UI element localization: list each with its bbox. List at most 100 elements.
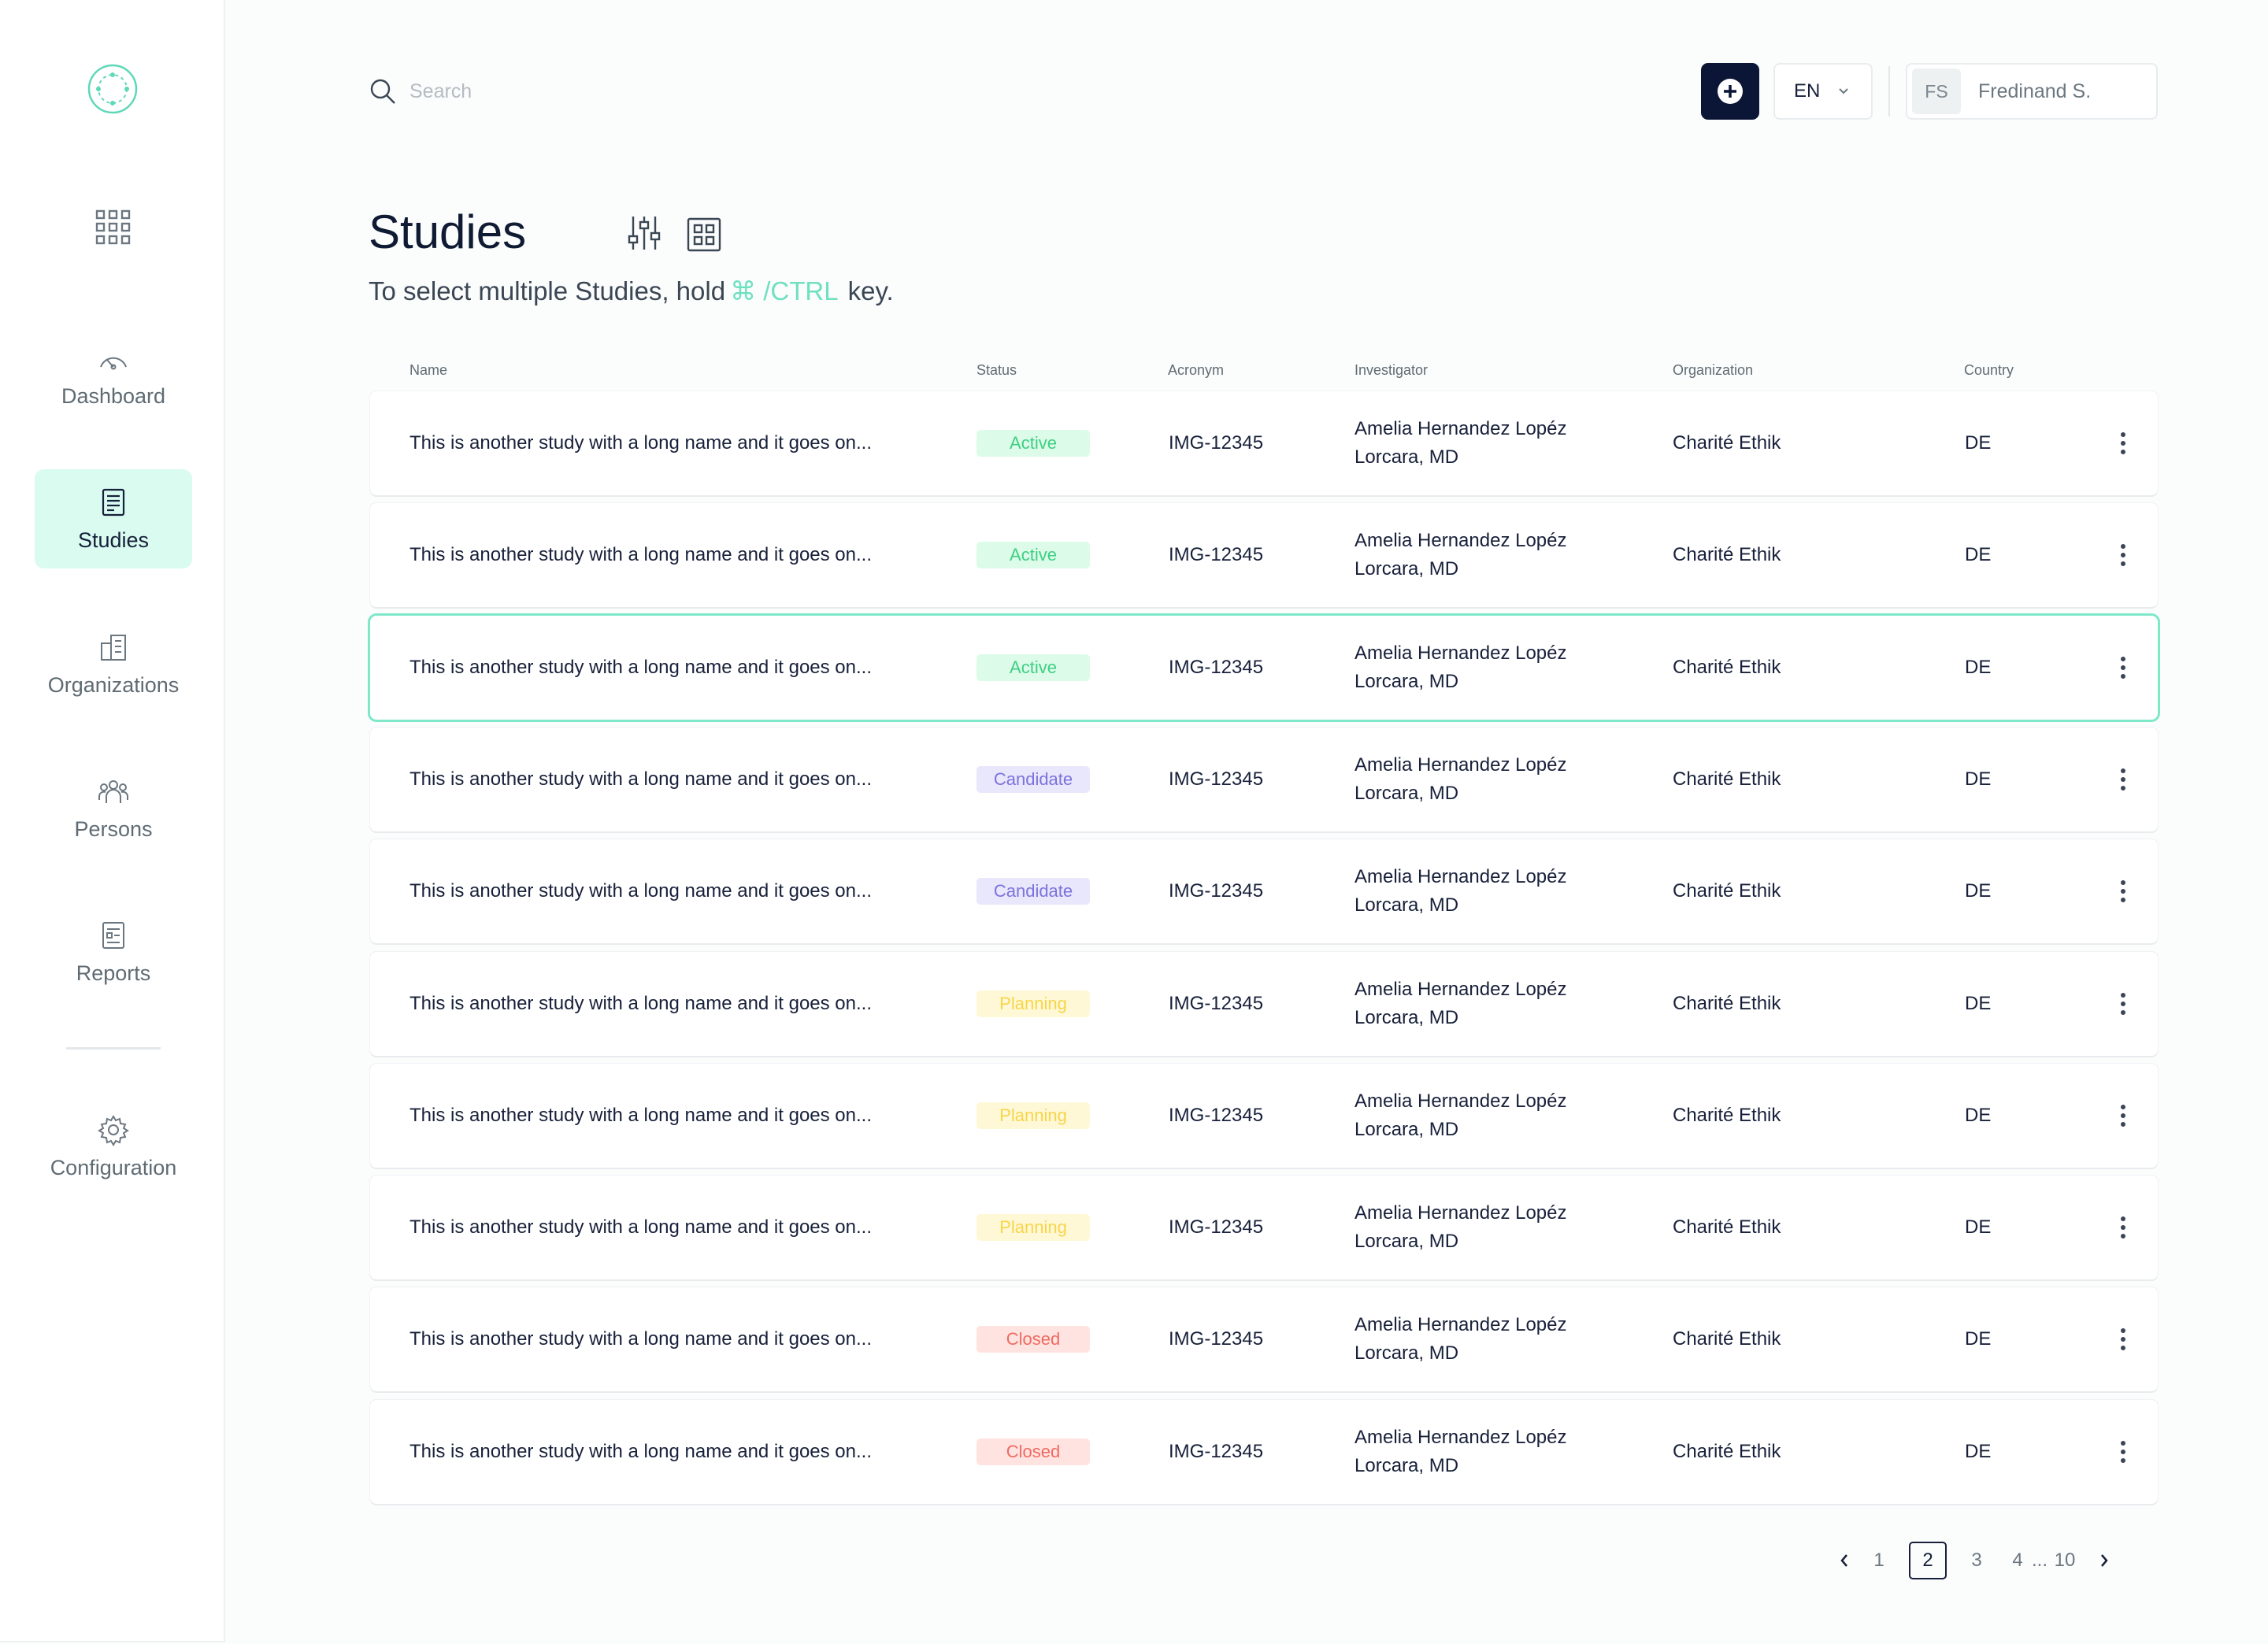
status-badge-label: Active: [976, 654, 1090, 681]
pagination-ellipsis: ...: [2032, 1550, 2048, 1571]
filter-sliders-icon[interactable]: [625, 214, 663, 252]
study-investigator: Amelia Hernandez Lopéz Lorcara, MD: [1354, 863, 1567, 920]
table-row[interactable]: This is another study with a long name a…: [370, 1064, 2158, 1168]
study-name: This is another study with a long name a…: [410, 993, 873, 1014]
study-country: DE: [1965, 768, 1992, 790]
table-row[interactable]: This is another study with a long name a…: [370, 1400, 2158, 1504]
study-name: This is another study with a long name a…: [410, 1105, 873, 1126]
status-badge: Closed: [976, 1326, 1090, 1353]
grid-view-icon[interactable]: [687, 217, 721, 252]
page-4-button[interactable]: 4: [2003, 1542, 2032, 1579]
more-options-icon[interactable]: [2120, 1327, 2126, 1351]
status-badge: Closed: [976, 1438, 1090, 1465]
sidebar-item-configuration[interactable]: Configuration: [35, 1097, 192, 1196]
sidebar-item-label: Studies: [77, 528, 150, 552]
status-badge: Active: [976, 430, 1090, 457]
table-row[interactable]: This is another study with a long name a…: [370, 1176, 2158, 1279]
investigator-name: Amelia Hernandez Lopéz: [1354, 1090, 1567, 1112]
status-badge-label: Planning: [976, 1102, 1090, 1129]
sidebar-item-dashboard[interactable]: Dashboard: [35, 325, 192, 424]
chevron-left-icon: [1840, 1554, 1847, 1567]
study-investigator: Amelia Hernandez Lopéz Lorcara, MD: [1354, 527, 1567, 583]
sidebar-item-organizations[interactable]: Organizations: [35, 614, 192, 713]
investigator-title: Lorcara, MD: [1354, 1342, 1459, 1364]
study-country: DE: [1965, 432, 1992, 454]
sidebar-item-reports[interactable]: Reports: [35, 902, 192, 1002]
next-page-button[interactable]: [2088, 1542, 2120, 1579]
study-investigator: Amelia Hernandez Lopéz Lorcara, MD: [1354, 1311, 1567, 1368]
column-header-organization[interactable]: Organization: [1673, 362, 1753, 379]
building-icon: [101, 634, 126, 661]
study-acronym: IMG-12345: [1169, 1216, 1264, 1238]
page-2-button[interactable]: 2: [1909, 1542, 1947, 1579]
study-organization: Charité Ethik: [1673, 768, 1781, 790]
status-badge-label: Planning: [976, 990, 1090, 1017]
page-last-button[interactable]: 10: [2048, 1542, 2082, 1579]
status-badge: Candidate: [976, 878, 1090, 905]
table-row[interactable]: This is another study with a long name a…: [370, 839, 2158, 943]
study-country: DE: [1965, 657, 1992, 678]
search-input[interactable]: Search: [410, 80, 472, 103]
study-investigator: Amelia Hernandez Lopéz Lorcara, MD: [1354, 1087, 1567, 1144]
investigator-title: Lorcara, MD: [1354, 1119, 1459, 1140]
investigator-name: Amelia Hernandez Lopéz: [1354, 866, 1567, 887]
investigator-name: Amelia Hernandez Lopéz: [1354, 754, 1567, 776]
study-name: This is another study with a long name a…: [410, 1328, 873, 1350]
table-header: Name Status Acronym Investigator Organiz…: [369, 362, 2158, 381]
table-row[interactable]: This is another study with a long name a…: [370, 1287, 2158, 1391]
study-organization: Charité Ethik: [1673, 1216, 1781, 1238]
study-acronym: IMG-12345: [1169, 432, 1264, 454]
more-options-icon[interactable]: [2120, 879, 2126, 903]
table-row[interactable]: This is another study with a long name a…: [370, 503, 2158, 607]
study-name: This is another study with a long name a…: [410, 880, 873, 902]
more-options-icon[interactable]: [2120, 768, 2126, 791]
status-badge-label: Candidate: [976, 766, 1090, 793]
table-row[interactable]: This is another study with a long name a…: [370, 728, 2158, 831]
add-button[interactable]: [1701, 63, 1759, 120]
investigator-name: Amelia Hernandez Lopéz: [1354, 642, 1567, 664]
study-country: DE: [1965, 993, 1992, 1014]
study-acronym: IMG-12345: [1169, 880, 1264, 902]
column-header-investigator[interactable]: Investigator: [1354, 362, 1428, 379]
column-header-name[interactable]: Name: [410, 362, 447, 379]
study-acronym: IMG-12345: [1169, 544, 1264, 565]
sidebar-item-studies[interactable]: Studies: [35, 469, 192, 568]
page-3-button[interactable]: 3: [1958, 1542, 1996, 1579]
study-organization: Charité Ethik: [1673, 880, 1781, 902]
table-row[interactable]: This is another study with a long name a…: [370, 616, 2158, 720]
user-menu[interactable]: FS Fredinand S.: [1906, 63, 2158, 120]
language-select[interactable]: EN: [1773, 63, 1873, 120]
investigator-title: Lorcara, MD: [1354, 1455, 1459, 1476]
hint-key: ⌘ /CTRL: [730, 276, 839, 305]
more-options-icon[interactable]: [2120, 1440, 2126, 1464]
study-country: DE: [1965, 1105, 1992, 1126]
table-row[interactable]: This is another study with a long name a…: [370, 952, 2158, 1056]
study-country: DE: [1965, 1216, 1992, 1238]
study-name: This is another study with a long name a…: [410, 432, 873, 454]
sidebar-item-label: Configuration: [50, 1155, 177, 1179]
page-1-button[interactable]: 1: [1860, 1542, 1898, 1579]
more-options-icon[interactable]: [2120, 1216, 2126, 1239]
study-country: DE: [1965, 544, 1992, 565]
column-header-status[interactable]: Status: [976, 362, 1017, 379]
sidebar-item-persons[interactable]: Persons: [35, 758, 192, 857]
more-options-icon[interactable]: [2120, 1104, 2126, 1127]
status-badge: Planning: [976, 1214, 1090, 1241]
table-row[interactable]: This is another study with a long name a…: [370, 391, 2158, 495]
investigator-title: Lorcara, MD: [1354, 446, 1459, 468]
study-investigator: Amelia Hernandez Lopéz Lorcara, MD: [1354, 751, 1567, 808]
column-header-acronym[interactable]: Acronym: [1168, 362, 1224, 379]
search-bar[interactable]: Search: [369, 77, 472, 106]
more-options-icon[interactable]: [2120, 543, 2126, 567]
column-header-country[interactable]: Country: [1964, 362, 2014, 379]
more-options-icon[interactable]: [2120, 992, 2126, 1016]
more-options-icon[interactable]: [2120, 656, 2126, 679]
study-country: DE: [1965, 1441, 1992, 1462]
circular-network-icon[interactable]: [87, 63, 139, 115]
study-country: DE: [1965, 880, 1992, 902]
more-options-icon[interactable]: [2120, 431, 2126, 455]
pagination: 1 2 3 4 ... 10: [1829, 1542, 2120, 1579]
grid-dots-icon[interactable]: [94, 209, 132, 246]
sidebar: Dashboard Studies Organizations Persons …: [0, 0, 225, 1642]
prev-page-button[interactable]: [1829, 1542, 1860, 1579]
